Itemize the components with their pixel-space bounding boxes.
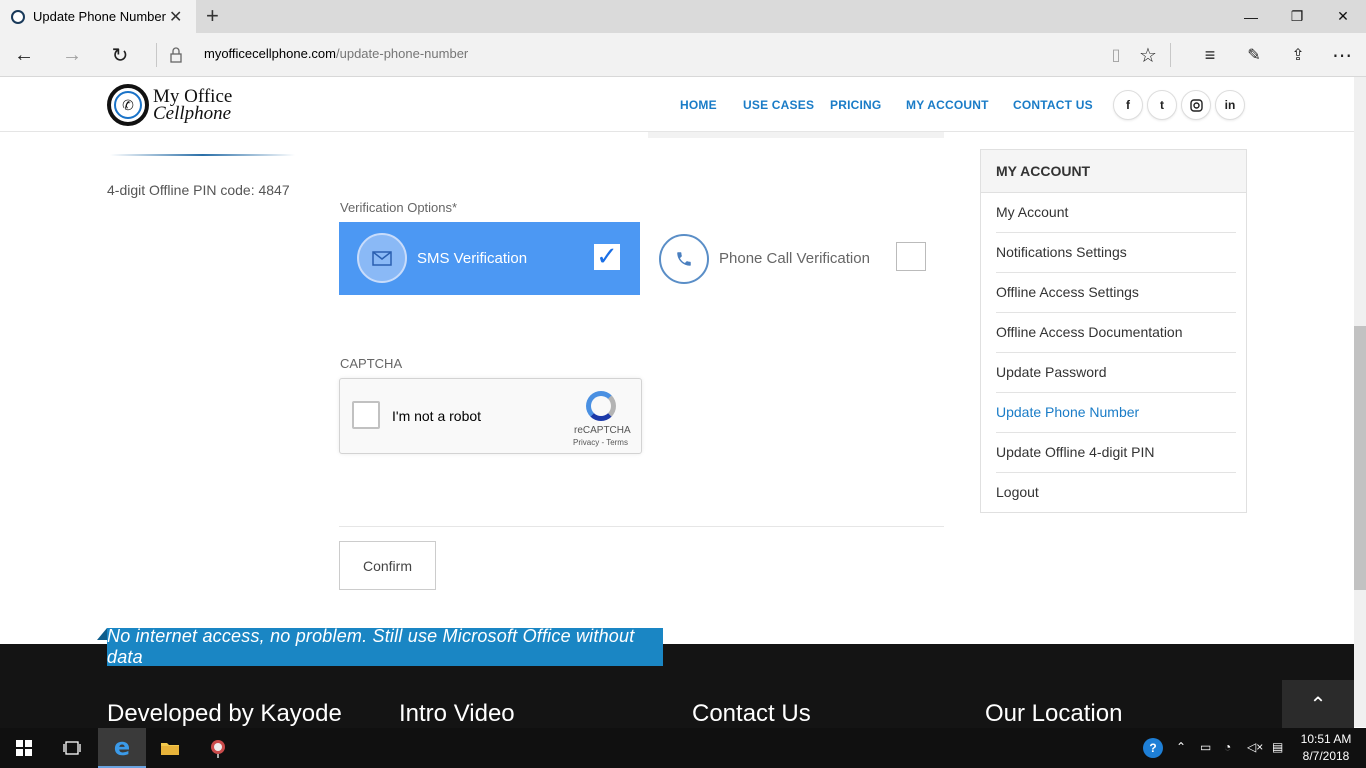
banner-fold (97, 628, 107, 640)
nav-contact-us[interactable]: CONTACT US (1013, 98, 1093, 112)
edge-browser-icon[interactable]: e (98, 728, 146, 768)
nav-home[interactable]: HOME (680, 98, 717, 112)
sidebar-item-update-phone-number[interactable]: Update Phone Number (996, 393, 1236, 433)
tab-close-icon[interactable]: ✕ (169, 7, 182, 27)
share-icon[interactable]: ⇪ (1278, 33, 1318, 77)
site-logo[interactable]: ✆ My Office Cellphone (107, 84, 232, 126)
phone-call-verification-label[interactable]: Phone Call Verification (719, 250, 870, 267)
instagram-icon[interactable] (1181, 90, 1211, 120)
notifications-icon[interactable]: ▤ (1272, 740, 1283, 754)
window-close-icon[interactable]: ✕ (1320, 0, 1366, 33)
taskbar-clock[interactable]: 10:51 AM 8/7/2018 (1296, 731, 1356, 765)
sidebar-item-offline-access-settings[interactable]: Offline Access Settings (996, 273, 1236, 313)
browser-tab[interactable]: Update Phone Number ✕ (0, 0, 196, 33)
file-explorer-icon[interactable] (146, 728, 194, 768)
sidebar-item-logout[interactable]: Logout (996, 473, 1236, 513)
back-icon[interactable]: ← (4, 33, 44, 77)
lock-icon (156, 33, 196, 77)
browser-tab-strip: Update Phone Number ✕ + — ❐ ✕ (0, 0, 1366, 33)
twitter-icon[interactable]: t (1147, 90, 1177, 120)
logo-line-2: Cellphone (153, 103, 232, 124)
refresh-icon[interactable]: ↻ (100, 33, 140, 77)
task-view-icon[interactable] (48, 728, 96, 768)
captcha-label: CAPTCHA (340, 356, 403, 371)
minimize-icon[interactable]: — (1228, 0, 1274, 33)
hub-icon[interactable]: ≡ (1190, 33, 1230, 77)
recaptcha-links[interactable]: Privacy - Terms (573, 438, 628, 447)
phone-call-checkbox[interactable] (896, 242, 926, 271)
nav-my-account[interactable]: MY ACCOUNT (906, 98, 989, 112)
clock-date: 8/7/2018 (1302, 749, 1350, 763)
scrollbar-thumb[interactable] (1354, 326, 1366, 590)
url-host: myofficecellphone.com (204, 46, 336, 61)
app-icon[interactable] (194, 728, 242, 768)
favorite-star-icon[interactable]: ☆ (1128, 33, 1168, 77)
footer-heading-location: Our Location (985, 700, 1123, 727)
facebook-icon[interactable]: f (1113, 90, 1143, 120)
logo-phone-icon: ✆ (107, 84, 149, 126)
promo-banner: No internet access, no problem. Still us… (107, 626, 663, 667)
browser-address-bar: ← → ↻ myofficecellphone.com/update-phone… (0, 33, 1366, 77)
envelope-icon (357, 233, 407, 283)
site-favicon-icon (11, 9, 25, 24)
more-icon[interactable]: ⋯ (1322, 33, 1362, 77)
footer-heading-developed: Developed by Kayode (107, 700, 342, 727)
web-note-icon[interactable]: ✎ (1234, 33, 1274, 77)
recaptcha-checkbox[interactable] (352, 401, 380, 429)
confirm-button[interactable]: Confirm (339, 541, 436, 590)
new-tab-icon[interactable]: + (206, 3, 219, 29)
site-header: ✆ My Office Cellphone HOME USE CASES PRI… (0, 77, 1354, 132)
sidebar-item-my-account[interactable]: My Account (996, 193, 1236, 233)
offline-pin-text: 4-digit Offline PIN code: 4847 (107, 182, 290, 198)
sidebar-item-update-offline-pin[interactable]: Update Offline 4-digit PIN (996, 433, 1236, 473)
scroll-to-top-button[interactable]: ⌃ (1282, 680, 1354, 728)
recaptcha-widget: I'm not a robot reCAPTCHA Privacy - Term… (339, 378, 642, 454)
recaptcha-text: I'm not a robot (392, 408, 482, 424)
footer-heading-contact: Contact Us (692, 700, 811, 727)
footer-heading-intro-video: Intro Video (399, 700, 515, 727)
phone-icon (659, 234, 709, 284)
sidebar-item-update-password[interactable]: Update Password (996, 353, 1236, 393)
sidebar-title: MY ACCOUNT (981, 150, 1246, 193)
start-icon[interactable] (0, 728, 48, 768)
forward-icon[interactable]: → (52, 33, 92, 77)
nav-use-cases[interactable]: USE CASES (743, 98, 814, 112)
recaptcha-logo-icon (586, 391, 616, 421)
recaptcha-brand: reCAPTCHA (574, 425, 631, 436)
sms-verification-label: SMS Verification (417, 250, 528, 267)
volume-muted-icon[interactable]: ◁× (1247, 740, 1263, 754)
sidebar-item-offline-access-documentation[interactable]: Offline Access Documentation (996, 313, 1236, 353)
sidebar-item-notifications-settings[interactable]: Notifications Settings (996, 233, 1236, 273)
clock-time: 10:51 AM (1300, 732, 1352, 746)
show-hidden-icons-icon[interactable]: ⌃ (1176, 740, 1186, 754)
sms-checkbox[interactable]: ✓ (594, 243, 620, 270)
wifi-icon[interactable]: ◔ (1224, 740, 1231, 754)
windows-taskbar: e ? ⌃ ▭ ◔ ◁× ▤ (0, 728, 1366, 768)
restore-icon[interactable]: ❐ (1274, 0, 1320, 33)
my-account-sidebar: MY ACCOUNT My Account Notifications Sett… (980, 149, 1247, 513)
sms-verification-option[interactable]: SMS Verification ✓ (339, 222, 640, 295)
form-divider (339, 526, 944, 527)
divider (1170, 43, 1171, 67)
url-field[interactable]: myofficecellphone.com/update-phone-numbe… (204, 46, 468, 61)
nav-pricing[interactable]: PRICING (830, 98, 881, 112)
help-icon[interactable]: ? (1143, 738, 1163, 758)
phone-input-bottom[interactable] (648, 132, 944, 138)
tab-title: Update Phone Number (33, 9, 166, 24)
linkedin-icon[interactable]: in (1215, 90, 1245, 120)
url-path: /update-phone-number (336, 46, 469, 61)
verification-options-label: Verification Options* (340, 200, 458, 215)
battery-icon[interactable]: ▭ (1200, 740, 1211, 754)
section-divider (110, 154, 295, 156)
